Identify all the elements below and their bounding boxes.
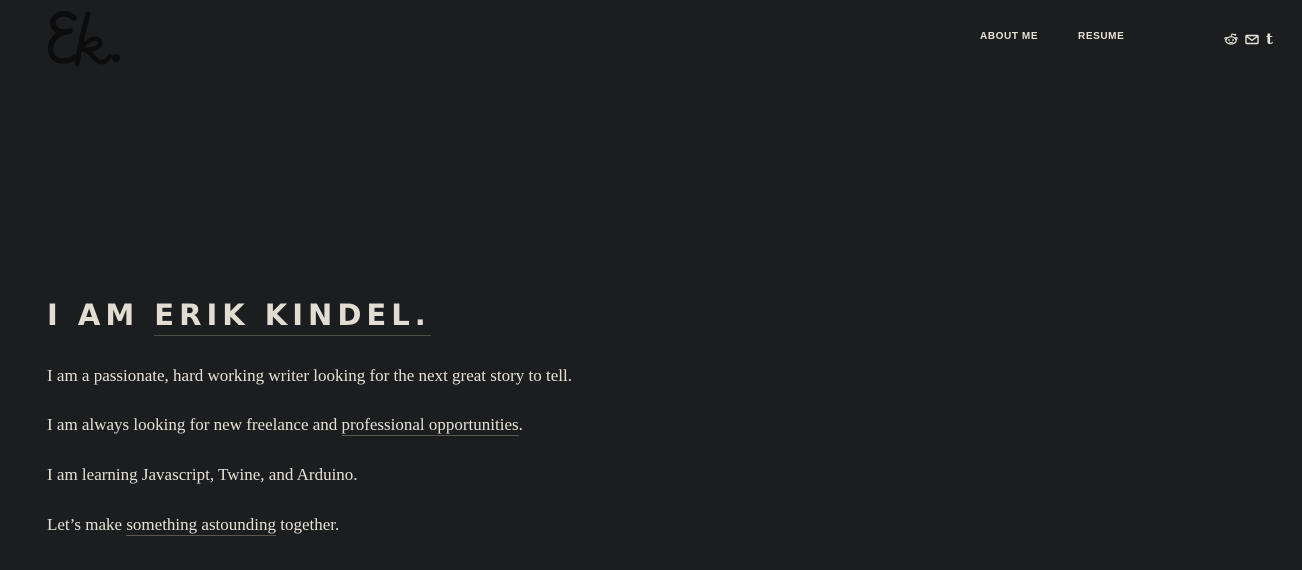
intro-line-4-end: together. <box>276 515 340 534</box>
intro-line-4: Let’s make something astounding together… <box>47 514 339 536</box>
intro-line-3: I am learning Javascript, Twine, and Ard… <box>47 465 358 484</box>
main-nav: ABOUT ME RESUME <box>0 31 1302 47</box>
nav-about-me-link[interactable]: ABOUT ME <box>980 31 1038 42</box>
intro-line-1: I am a passionate, hard working writer l… <box>47 366 572 385</box>
tumblr-glyph: t <box>1266 29 1273 48</box>
headline-name: ERIK KINDEL. <box>154 297 431 336</box>
social-links: t <box>1224 30 1273 48</box>
reddit-icon[interactable] <box>1224 33 1238 45</box>
professional-opportunities-link[interactable]: professional opportunities <box>341 415 519 436</box>
intro-line-2-end: . <box>518 415 523 434</box>
hero-headline: I AM ERIK KINDEL. <box>47 297 431 336</box>
intro-line-2: I am always looking for new freelance an… <box>47 414 523 436</box>
intro-line-2-text: I am always looking for new freelance an… <box>47 415 342 434</box>
headline-prefix: I AM <box>47 298 155 332</box>
nav-resume-link[interactable]: RESUME <box>1078 31 1124 42</box>
intro-line-4-text: Let’s make <box>47 515 127 534</box>
mail-icon[interactable] <box>1245 34 1259 45</box>
tumblr-icon[interactable]: t <box>1266 29 1273 48</box>
something-astounding-link[interactable]: something astounding <box>126 515 277 536</box>
